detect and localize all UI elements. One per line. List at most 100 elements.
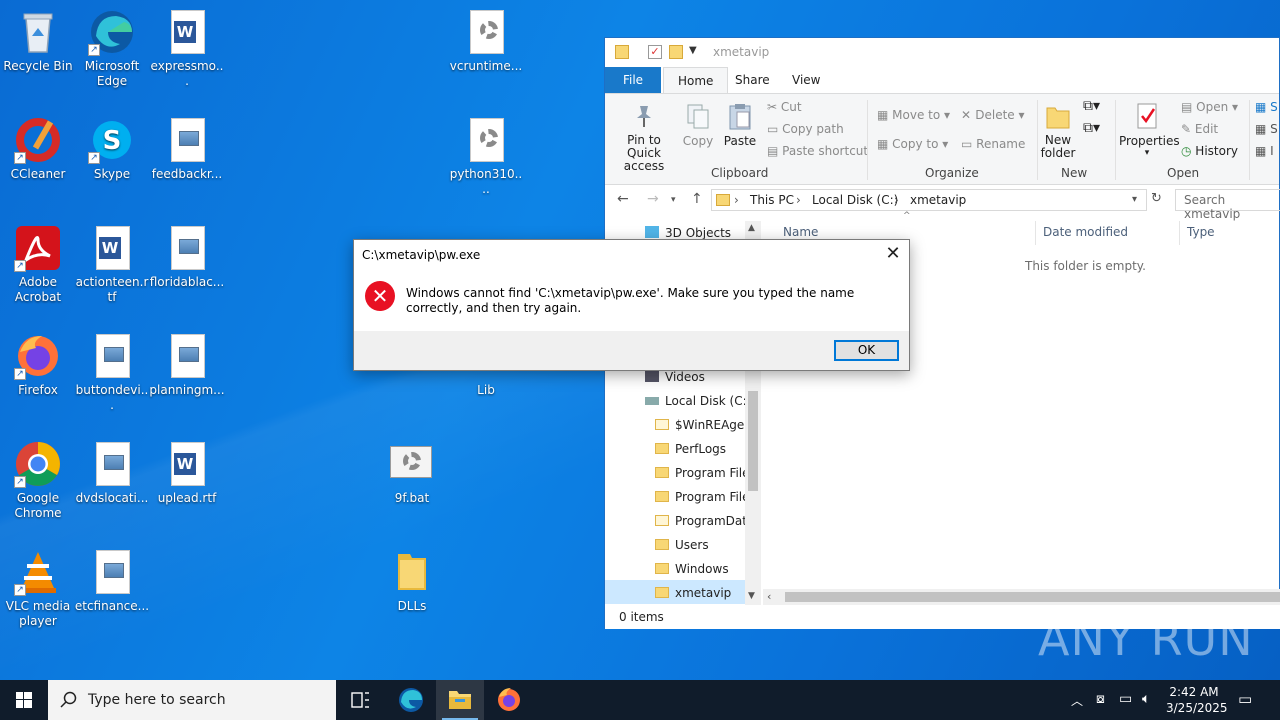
start-button[interactable] [0, 680, 48, 720]
scroll-left-icon[interactable]: ‹ [767, 590, 771, 603]
easy-access-icon[interactable]: ⧉▾ [1083, 120, 1100, 136]
properties-button[interactable]: Properties ▾ [1119, 102, 1180, 158]
nav-item-users[interactable]: Users [655, 538, 709, 552]
ok-button[interactable]: OK [834, 340, 899, 361]
customize-quick-access-icon[interactable]: ▼ [689, 45, 703, 59]
folder-icon [655, 467, 669, 478]
pin-to-quick-access-button[interactable]: Pin to Quick access [611, 102, 677, 173]
invert-selection-icon[interactable]: ▦ I [1255, 144, 1274, 158]
tab-share[interactable]: Share [721, 67, 784, 93]
breadcrumb-xmetavip[interactable]: xmetavip [910, 193, 966, 207]
forward-arrow-icon[interactable]: → [647, 191, 659, 207]
folder-icon [655, 587, 669, 598]
copy-path-button[interactable]: ▭ Copy path [767, 122, 844, 136]
select-none-icon[interactable]: ▦ S [1255, 122, 1278, 136]
scrollbar-thumb[interactable] [748, 391, 758, 491]
desktop-icon-vcruntime[interactable]: vcruntime... [448, 8, 524, 74]
new-item-icon[interactable]: ⧉▾ [1083, 98, 1100, 114]
desktop-icon-floridablac[interactable]: floridablac... [149, 224, 225, 290]
column-header-name[interactable]: Name [783, 225, 818, 239]
desktop-icon-microsoft-edge[interactable]: ↗ Microsoft Edge [74, 8, 150, 89]
nav-item-label: Videos [665, 370, 705, 384]
taskbar-firefox[interactable] [485, 680, 533, 720]
taskbar-search-box[interactable]: Type here to search [48, 680, 336, 720]
clock[interactable]: 2:42 AM 3/25/2025 [1166, 684, 1228, 716]
desktop-icon-etcfinance[interactable]: etcfinance... [74, 548, 150, 614]
nav-item-windows[interactable]: Windows [655, 562, 729, 576]
show-hidden-icons-chevron-icon[interactable]: ︿ [1071, 692, 1083, 709]
scrollbar-thumb[interactable] [785, 592, 1280, 602]
breadcrumb-this-pc[interactable]: This PC [750, 193, 794, 207]
volume-icon[interactable]: 🔈︎ [1142, 691, 1150, 707]
rename-button[interactable]: ▭ Rename [961, 137, 1025, 151]
paste-button[interactable]: Paste [721, 102, 759, 148]
move-to-button[interactable]: ▦ Move to ▾ [877, 108, 950, 122]
nav-item-program-files[interactable]: Program Files [655, 466, 756, 480]
new-folder-button[interactable]: New folder [1039, 102, 1077, 160]
breadcrumb-local-disk[interactable]: Local Disk (C:) [812, 193, 898, 207]
desktop-icon-feedbackr[interactable]: feedbackr... [149, 116, 225, 182]
nav-item-winreagent[interactable]: $WinREAgent [655, 418, 757, 432]
desktop-icon-uplead[interactable]: W uplead.rtf [149, 440, 225, 506]
tab-view[interactable]: View [778, 67, 834, 93]
tab-file[interactable]: File [605, 67, 661, 93]
delete-button[interactable]: ✕ Delete ▾ [961, 108, 1025, 122]
meet-now-icon[interactable]: ⧇ [1096, 691, 1105, 707]
desktop-icon-9f-bat[interactable]: 9f.bat [374, 440, 450, 506]
desktop-icon-ccleaner[interactable]: ↗ CCleaner [0, 116, 76, 182]
back-arrow-icon[interactable]: ← [617, 191, 629, 207]
nav-item-videos[interactable]: Videos [645, 370, 705, 384]
nav-item-programdata[interactable]: ProgramData [655, 514, 754, 528]
nav-item-perflogs[interactable]: PerfLogs [655, 442, 726, 456]
tab-home[interactable]: Home [663, 67, 729, 93]
close-icon[interactable]: ✕ [883, 244, 903, 264]
column-header-date-modified[interactable]: Date modified [1043, 225, 1128, 239]
cut-button[interactable]: ✂ Cut [767, 100, 802, 114]
refresh-icon[interactable]: ↻ [1151, 191, 1162, 206]
properties-quick-icon[interactable]: ✓ [648, 45, 662, 59]
column-header-type[interactable]: Type [1187, 225, 1215, 239]
desktop-icon-dvdslocati[interactable]: dvdslocati... [74, 440, 150, 506]
copy-to-button[interactable]: ▦ Copy to ▾ [877, 137, 948, 151]
desktop-icon-planningm[interactable]: planningm... [149, 332, 225, 398]
select-all-icon[interactable]: ▦ S [1255, 100, 1278, 114]
scroll-down-icon[interactable]: ▼ [748, 591, 755, 601]
up-arrow-icon[interactable]: ↑ [691, 191, 703, 207]
nav-item-local-disk[interactable]: Local Disk (C:) [645, 394, 751, 408]
desktop-icon-firefox[interactable]: ↗ Firefox [0, 332, 76, 398]
scroll-up-icon[interactable]: ▲ [748, 223, 755, 233]
desktop-icon-vlc[interactable]: ↗ VLC media player [0, 548, 76, 629]
search-input[interactable]: Search xmetavip [1175, 189, 1280, 221]
desktop-icon-actionteen[interactable]: W actionteen.rtf [74, 224, 150, 305]
notifications-icon[interactable]: ▭ [1238, 690, 1252, 708]
task-view-button[interactable] [336, 680, 384, 720]
nav-item-program-files-x86[interactable]: Program Files [655, 490, 756, 504]
nav-item-3d-objects[interactable]: 3D Objects [645, 226, 731, 240]
open-button[interactable]: ▤ Open ▾ [1181, 100, 1238, 114]
desktop-icon-label: Lib [477, 383, 495, 397]
cut-label: Cut [780, 100, 802, 114]
desktop-icon-google-chrome[interactable]: ↗ Google Chrome [0, 440, 76, 521]
copy-button[interactable]: Copy [681, 102, 715, 148]
desktop-icon-buttondevi[interactable]: buttondevi... [74, 332, 150, 413]
new-folder-quick-icon[interactable] [669, 45, 683, 59]
desktop-icon-expressmo[interactable]: W expressmo... [149, 8, 225, 89]
recent-locations-icon[interactable]: ▾ [671, 195, 676, 205]
address-bar[interactable]: › This PC › Local Disk (C:) › xmetavip ▾ [711, 189, 1147, 211]
taskbar-file-explorer[interactable] [436, 680, 484, 720]
ccleaner-icon: ↗ [14, 116, 62, 164]
paste-shortcut-button[interactable]: ▤ Paste shortcut [767, 144, 868, 158]
edit-button[interactable]: ✎ Edit [1181, 122, 1218, 136]
taskbar-edge[interactable] [387, 680, 435, 720]
network-icon[interactable]: ▭ [1119, 691, 1132, 707]
desktop-icon-skype[interactable]: S ↗ Skype [74, 116, 150, 182]
desktop-icon-adobe-acrobat[interactable]: ↗ Adobe Acrobat [0, 224, 76, 305]
history-button[interactable]: ◷ History [1181, 144, 1238, 158]
desktop-icon-dlls[interactable]: DLLs [374, 548, 450, 614]
desktop-icon-recycle-bin[interactable]: Recycle Bin [0, 8, 76, 74]
image-file-icon [163, 116, 211, 164]
desktop-icon-python310[interactable]: python310.... [448, 116, 524, 197]
chevron-down-icon[interactable]: ▾ [1132, 194, 1137, 205]
nav-item-xmetavip[interactable]: xmetavip [605, 580, 745, 604]
horizontal-scrollbar[interactable]: ‹ [763, 589, 1280, 605]
